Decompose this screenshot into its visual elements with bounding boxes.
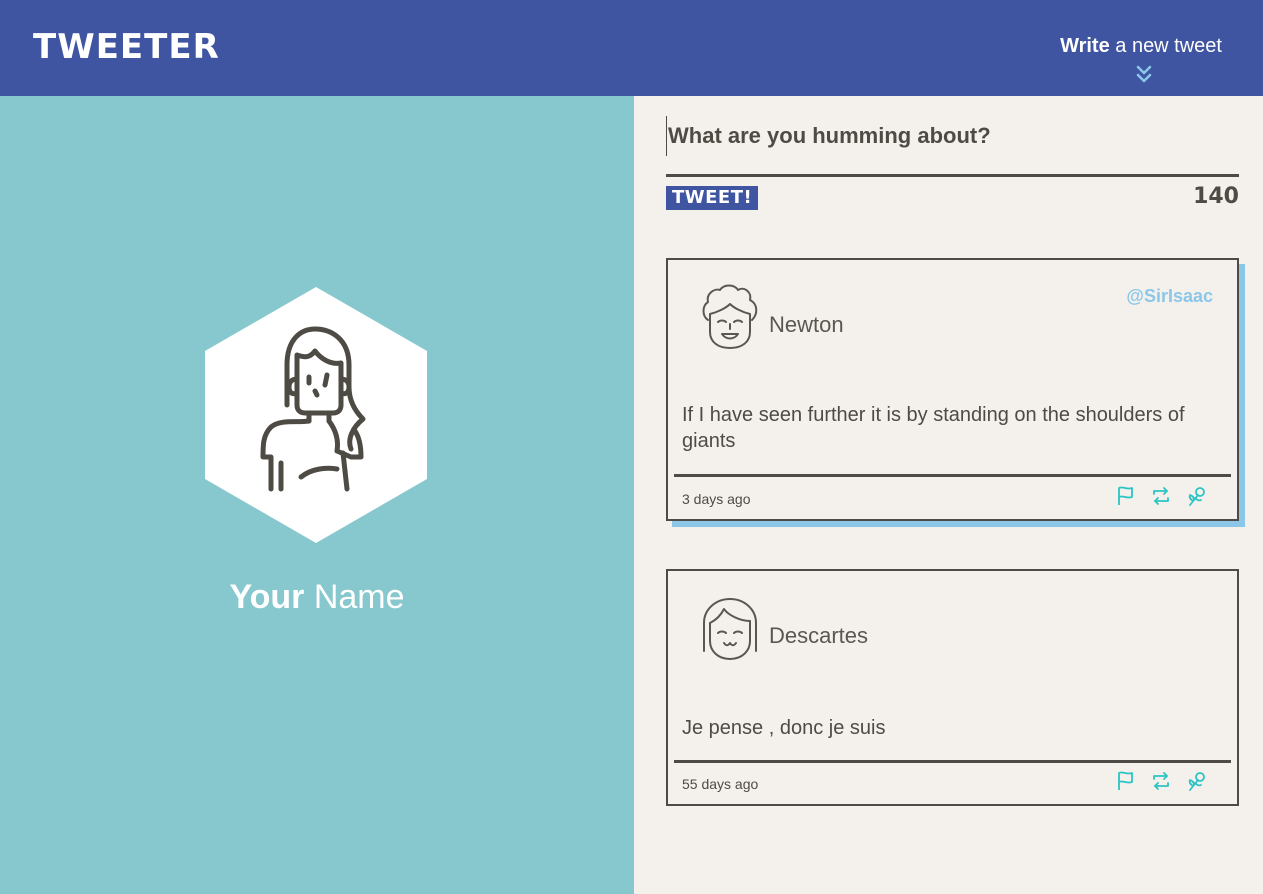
tweet-time: 55 days ago (682, 776, 759, 792)
logo: TWEETER (33, 27, 220, 67)
profile-name: Your Name (229, 578, 405, 616)
tweet-actions (1115, 771, 1207, 791)
tweet-author: Descartes (769, 623, 869, 648)
descartes-avatar (703, 598, 757, 660)
tweet-card: Descartes Je pense , donc je suis 55 day… (666, 569, 1239, 806)
tweet-input[interactable] (666, 116, 1239, 156)
flower-icon[interactable] (1187, 771, 1207, 791)
header: TWEETER Write a new tweet (0, 0, 1263, 96)
tweet-time: 3 days ago (682, 491, 751, 507)
profile-panel: Your Name (0, 96, 634, 894)
chevron-down-icon[interactable] (1135, 64, 1153, 86)
flower-icon[interactable] (1187, 486, 1207, 506)
tweet-composer: TWEET! 140 (666, 116, 1239, 210)
tweet-text: Je pense , donc je suis (682, 717, 886, 739)
write-new-tweet-label: Write a new tweet (1060, 35, 1222, 57)
newton-avatar (702, 284, 758, 349)
tweet-text: If I have seen further it is by standing… (682, 404, 1185, 452)
tweet-button[interactable]: TWEET! (666, 186, 759, 210)
tweet-handle[interactable]: @SirIsaac (1126, 286, 1213, 307)
tweet-divider (674, 760, 1231, 763)
write-new-tweet-toggle[interactable]: Write a new tweet (1042, 34, 1222, 90)
flag-icon[interactable] (1115, 486, 1135, 506)
tweet-divider (674, 474, 1231, 477)
composer-divider (666, 174, 1239, 177)
flag-icon[interactable] (1115, 771, 1135, 791)
profile-avatar (205, 287, 427, 543)
retweet-icon[interactable] (1151, 771, 1171, 791)
tweet-card: Newton @SirIsaac If I have seen further … (666, 258, 1239, 521)
tweet-author: Newton (769, 312, 844, 337)
character-counter: 140 (1193, 184, 1239, 209)
tweet-actions (1115, 486, 1207, 506)
retweet-icon[interactable] (1151, 486, 1171, 506)
